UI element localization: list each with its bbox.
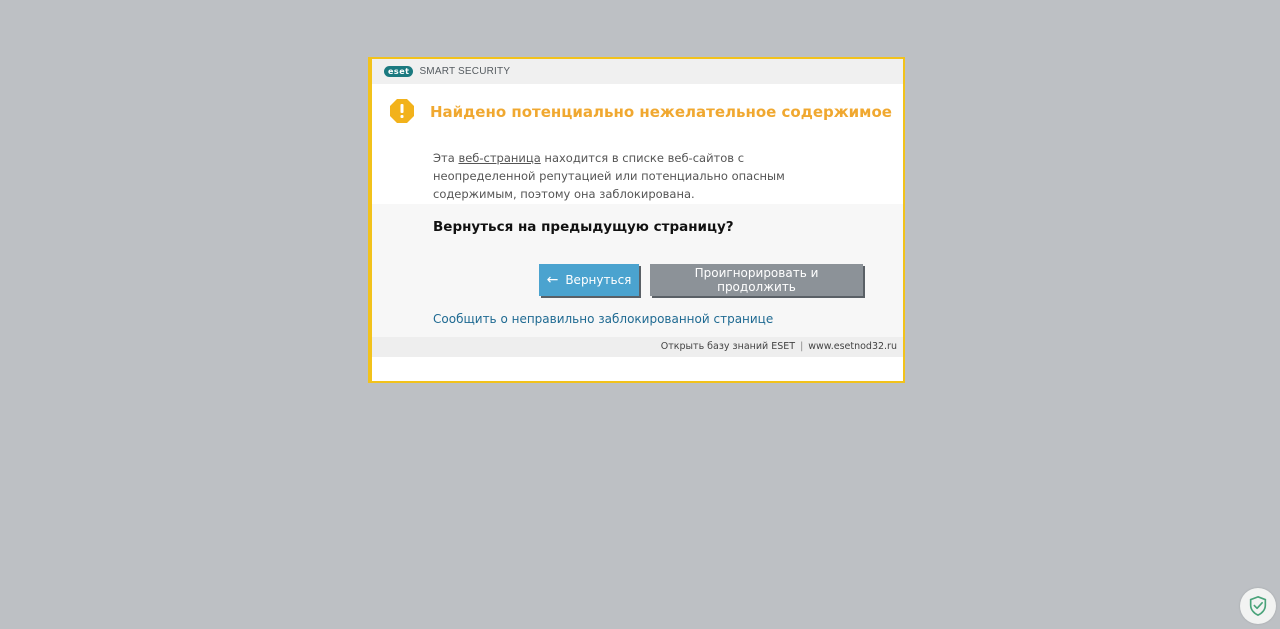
prompt-section: Вернуться на предыдущую страницу? ← Верн… <box>372 204 903 337</box>
titlebar: eset SMART SECURITY <box>372 59 903 84</box>
back-button-label: Вернуться <box>565 273 632 287</box>
return-question: Вернуться на предыдущую страницу? <box>433 219 734 235</box>
footer-links: Открыть базу знаний ESET | www.esetnod32.r… <box>661 341 897 352</box>
footer: Открыть базу знаний ESET | www.esetnod32.r… <box>372 337 903 357</box>
back-button[interactable]: ← Вернуться <box>539 264 639 296</box>
ignore-continue-button[interactable]: Проигнорировать и продолжить <box>650 264 863 296</box>
shield-check-icon <box>1249 595 1267 617</box>
ignore-button-label: Проигнорировать и продолжить <box>694 266 819 294</box>
knowledge-base-link[interactable]: Открыть базу знаний ESET <box>661 341 795 352</box>
product-name: SMART SECURITY <box>419 66 511 77</box>
warning-title: Найдено потенциально нежелательное содер… <box>430 103 892 121</box>
eset-block-dialog: eset SMART SECURITY Найдено потенциально… <box>368 57 905 383</box>
site-link[interactable]: www.esetnod32.ru <box>808 341 897 352</box>
shield-badge[interactable] <box>1240 588 1276 624</box>
warning-description: Эта веб-страница находится в списке веб-… <box>433 149 833 203</box>
webpage-link[interactable]: веб-страница <box>458 151 540 165</box>
warning-header: Найдено потенциально нежелательное содер… <box>372 84 903 204</box>
footer-separator: | <box>800 341 804 352</box>
eset-logo: eset <box>384 66 414 77</box>
warning-octagon-icon <box>390 99 414 123</box>
report-wrong-block-link[interactable]: Сообщить о неправильно заблокированной с… <box>433 312 773 326</box>
arrow-left-icon: ← <box>546 272 559 288</box>
description-prefix: Эта <box>433 151 459 165</box>
